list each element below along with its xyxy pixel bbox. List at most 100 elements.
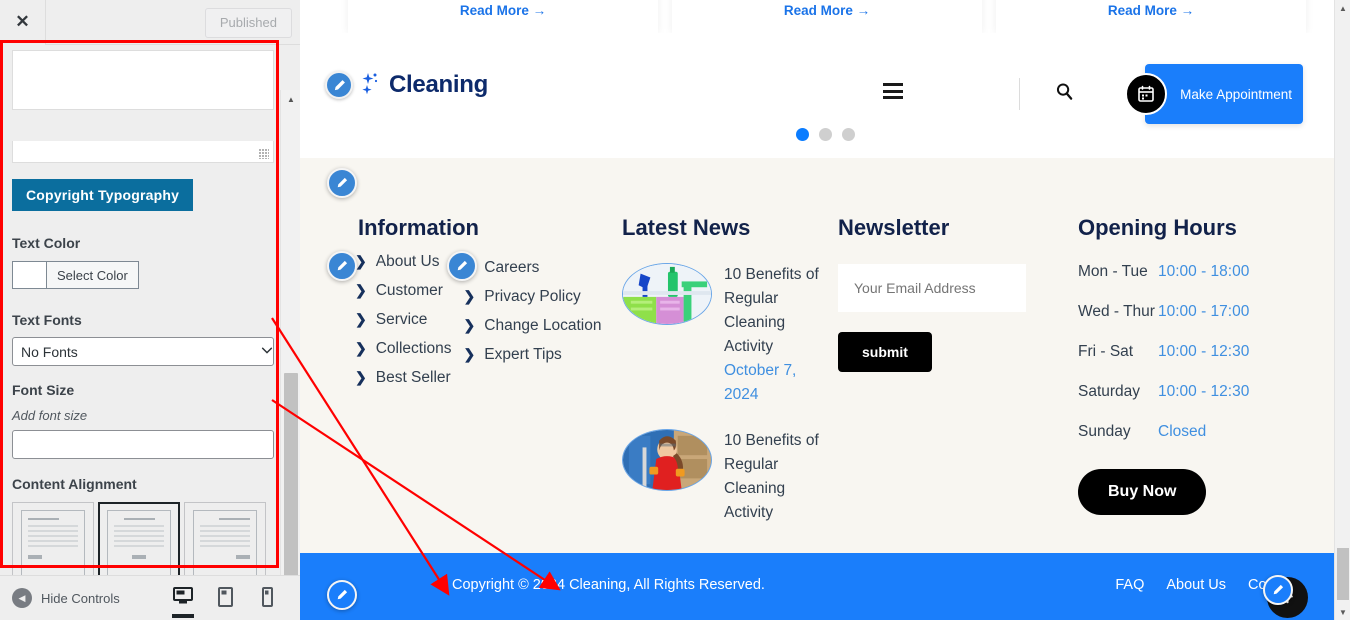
link-label[interactable]: Careers — [484, 259, 539, 276]
select-color-label[interactable]: Select Color — [47, 262, 138, 288]
carousel-dot-3[interactable] — [842, 128, 855, 141]
collapse-arrow-icon[interactable]: ◀ — [12, 588, 32, 608]
device-tablet-button[interactable] — [208, 578, 242, 618]
align-right-option[interactable] — [184, 502, 266, 575]
email-field[interactable] — [838, 264, 1026, 312]
copyright-text: Copyright © 2024 Cleaning, All Rights Re… — [452, 577, 765, 593]
cleaning-supplies-image — [623, 264, 711, 324]
footer-column-newsletter: Newsletter submit — [838, 215, 1038, 372]
link-label[interactable]: Customer — [376, 282, 443, 299]
resize-grip-icon[interactable] — [259, 149, 269, 159]
sidebar-scrollbar[interactable]: ▲ ▼ — [280, 90, 300, 575]
copyright-typography-button[interactable]: Copyright Typography — [12, 179, 194, 211]
text-fonts-select[interactable]: No Fonts — [12, 337, 274, 366]
customizer-header: ✕ Published — [0, 0, 300, 45]
chevron-right-icon: ❯ — [355, 311, 367, 327]
news-thumbnail-1 — [622, 263, 712, 325]
link-label[interactable]: Privacy Policy — [484, 288, 580, 305]
calendar-icon[interactable] — [1125, 73, 1167, 115]
edit-pencil-copyright[interactable] — [327, 580, 357, 610]
list-item[interactable]: ❯ Best Seller — [355, 369, 452, 386]
hours-row: Wed - Thur 10:00 - 17:00 — [1078, 303, 1318, 321]
read-more-link[interactable]: Read More → — [1108, 3, 1194, 33]
carousel-dots — [796, 128, 855, 141]
link-label[interactable]: Expert Tips — [484, 346, 562, 363]
read-more-link[interactable]: Read More → — [784, 3, 870, 33]
card-read-more-1[interactable]: Read More → — [348, 0, 658, 33]
cleaner-person-image — [623, 430, 711, 490]
carousel-dot-1[interactable] — [796, 128, 809, 141]
pencil-icon — [337, 177, 348, 188]
list-item[interactable]: ❯ Customer — [355, 282, 452, 299]
link-label[interactable]: Collections — [376, 340, 452, 357]
list-item[interactable]: ❯ Change Location — [464, 317, 602, 334]
make-appointment-button[interactable]: Make Appointment — [1145, 64, 1303, 124]
sidebar-scrollbar-thumb[interactable] — [284, 373, 298, 575]
device-mobile-button[interactable] — [250, 578, 284, 618]
align-left-option[interactable] — [12, 502, 94, 575]
close-icon[interactable]: ✕ — [0, 0, 46, 45]
footer-link-about-us[interactable]: About Us — [1166, 577, 1226, 593]
preview-scrollbar-thumb[interactable] — [1337, 548, 1349, 600]
hide-controls-button[interactable]: ◀ Hide Controls — [12, 588, 120, 608]
mobile-icon — [261, 587, 273, 607]
brand-name: Cleaning — [389, 71, 488, 98]
link-label[interactable]: About Us — [376, 253, 440, 270]
news-title[interactable]: 10 Benefits of Regular Cleaning Activity — [724, 266, 819, 355]
edit-pencil-footer-links[interactable] — [1263, 575, 1293, 605]
textarea-resize-strip[interactable] — [12, 141, 274, 163]
align-center-option[interactable] — [98, 502, 180, 575]
link-label[interactable]: Best Seller — [376, 369, 451, 386]
tablet-icon — [217, 587, 233, 607]
carousel-dot-2[interactable] — [819, 128, 832, 141]
hours-time: 10:00 - 12:30 — [1158, 383, 1250, 400]
pencil-icon — [334, 79, 345, 90]
card-read-more-2[interactable]: Read More → — [672, 0, 982, 33]
information-column-one: ❯ About Us ❯ Customer ❯ Service ❯ Collec… — [355, 253, 452, 386]
preview-scroll-up-icon[interactable]: ▲ — [1335, 0, 1350, 16]
preview-scrollbar[interactable]: ▲ ▼ — [1334, 0, 1350, 620]
edit-pencil-information[interactable] — [327, 251, 357, 281]
list-item[interactable]: ❯ Collections — [355, 340, 452, 357]
hours-time: 10:00 - 12:30 — [1158, 343, 1250, 360]
buy-now-button[interactable]: Buy Now — [1078, 469, 1207, 515]
list-item[interactable]: ❯ Expert Tips — [464, 346, 602, 363]
list-item[interactable]: ❯ About Us — [355, 253, 452, 270]
font-size-hint: Add font size — [12, 408, 88, 423]
card-read-more-3[interactable]: Read More → — [996, 0, 1306, 33]
link-label[interactable]: Change Location — [484, 317, 601, 334]
footer-link-faq[interactable]: FAQ — [1115, 577, 1144, 593]
link-label[interactable]: Service — [376, 311, 428, 328]
content-alignment-group — [12, 502, 266, 575]
edit-pencil-information-column-two[interactable] — [447, 251, 477, 281]
news-item[interactable]: 10 Benefits of Regular Cleaning Activity… — [622, 263, 827, 407]
preview-scroll-down-icon[interactable]: ▼ — [1335, 604, 1350, 620]
hours-row: Sunday Closed — [1078, 423, 1318, 441]
newsletter-title: Newsletter — [838, 215, 950, 240]
copyright-textarea[interactable] — [12, 50, 274, 110]
scroll-up-icon[interactable]: ▲ — [281, 90, 300, 108]
published-button[interactable]: Published — [204, 8, 292, 38]
color-swatch[interactable] — [13, 262, 47, 288]
list-item[interactable]: ❯ Service — [355, 311, 452, 328]
header-divider — [1019, 78, 1020, 110]
news-item[interactable]: 10 Benefits of Regular Cleaning Activity — [622, 429, 827, 525]
hours-day: Fri - Sat — [1078, 343, 1134, 360]
news-date[interactable]: October 7, 2024 — [724, 359, 827, 407]
hamburger-icon[interactable] — [883, 83, 903, 103]
site-logo[interactable]: Cleaning — [325, 71, 488, 99]
news-title[interactable]: 10 Benefits of Regular Cleaning Activity — [724, 432, 819, 521]
device-desktop-button[interactable] — [166, 578, 200, 618]
search-icon[interactable] — [1055, 82, 1074, 106]
list-item[interactable]: ❯ Careers — [464, 259, 602, 276]
footer-column-latest-news: Latest News 10 Benefits of Regular Clean… — [622, 215, 832, 525]
font-size-input[interactable] — [12, 430, 274, 459]
text-color-picker[interactable]: Select Color — [12, 261, 139, 289]
newsletter-submit-button[interactable]: submit — [838, 332, 932, 372]
pencil-icon — [337, 260, 348, 271]
footer-bottom-bar: Copyright © 2024 Cleaning, All Rights Re… — [300, 553, 1350, 620]
hide-controls-label: Hide Controls — [41, 590, 120, 606]
read-more-link[interactable]: Read More → — [460, 3, 546, 33]
edit-pencil-footer-widgets[interactable] — [327, 168, 357, 198]
list-item[interactable]: ❯ Privacy Policy — [464, 288, 602, 305]
